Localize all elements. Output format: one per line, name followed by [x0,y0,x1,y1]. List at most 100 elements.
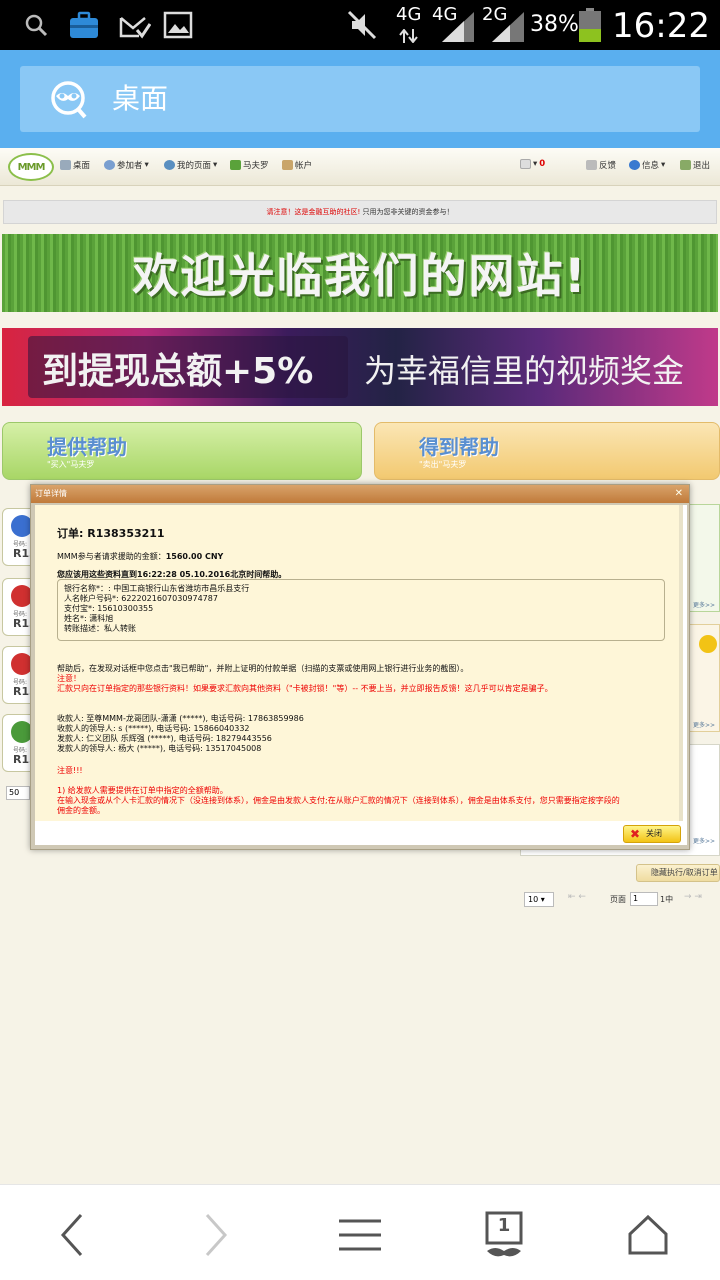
signal-icon-2 [490,10,526,42]
attention-label-2: 注意!!! [57,766,83,775]
account-icon [282,160,293,170]
dialog-scroll-area[interactable]: 订单: R138353211 MMM参与者请求援助的金额：1560.00 CNY… [35,505,683,821]
toolbox-icon [66,8,102,42]
nav-info[interactable]: 信息 ▾ [629,159,665,171]
nav-mavro-label: 马夫罗 [243,161,269,171]
nav-feedback-label: 反馈 [599,161,617,171]
more-link-2[interactable]: 更多>> [693,720,715,729]
mute-icon [344,8,380,42]
network-type-1: 4G [396,4,422,25]
nav-desktop[interactable]: 桌面 [60,159,90,171]
promo-percent: +5% [222,351,314,392]
pager-size-value: 10 [528,895,539,904]
tabs-button[interactable]: 1 [474,1207,534,1263]
amount-line: MMM参与者请求援助的金额：1560.00 CNY [57,551,223,562]
provide-help-sub: "买入"马夫罗 [47,460,95,469]
nav-mavro[interactable]: 马夫罗 [230,159,269,171]
dialog-scrollbar[interactable] [679,505,683,821]
status-bar: 4G 4G 2G 38% 16:22 [0,0,720,50]
promo-left-text: 到提现总额+5% [42,342,313,394]
pager-page-input[interactable]: 1 [630,892,658,906]
alipay-account: 支付宝*: 15610300355 [64,604,154,613]
warning-text: 汇款只向在订单指定的那些银行资料！如果要求汇款向其他资料（"卡被封锁！"等）--… [57,684,553,693]
browser-bottom-bar: 1 [0,1184,720,1280]
pager-size-select[interactable]: 10 ▾ [524,892,554,907]
pager-page-label: 页面 [610,895,626,904]
order-number: 订单: R138353211 [57,527,165,540]
mail-check-icon [114,8,154,42]
provide-help-label: 提供帮助 [47,435,127,459]
nav-logout[interactable]: 退出 [680,159,710,171]
messages-count: 0 [539,159,546,169]
feedback-icon [586,160,597,170]
back-button[interactable] [42,1207,102,1263]
tabs-count: 1 [497,1215,511,1236]
info-icon [629,160,640,170]
promo-banner[interactable]: 到提现总额+5% 为幸福信里的视频奖金 [2,328,718,406]
order-details-dialog: 订单详情 ✕ 订单: R138353211 MMM参与者请求援助的金额：1560… [30,484,690,850]
amount-value: 1560.00 CNY [165,552,224,561]
provide-help-button[interactable]: 提供帮助 "买入"马夫罗 [2,422,362,480]
nav-messages[interactable]: ▾ 0 [520,159,545,169]
promo-left-label: 到提现总额 [42,351,223,392]
site-navbar: MMM 桌面 参加者 ▾ 我的页面 ▾ 马夫罗 帐户 ▾ 0 反馈 信息 ▾ 退出 [0,148,720,186]
dialog-footer: ✖ 关闭 [35,821,687,845]
hide-exec-button[interactable]: 隐藏执行/取消订单 [636,864,720,882]
nav-feedback[interactable]: 反馈 [586,159,616,171]
battery-percent: 38% [530,12,579,37]
nav-info-label: 信息 [642,161,660,171]
nav-account[interactable]: 帐户 [282,159,312,171]
menu-button[interactable] [330,1207,390,1263]
address-bar[interactable]: 桌面 [20,66,700,132]
transfer-description: 转账描述：私人转账 [64,624,136,633]
close-button[interactable]: ✖ 关闭 [623,825,681,843]
battery-icon [576,8,604,42]
mavro-icon [230,160,241,170]
order-card-2[interactable]: 号码: R13 [2,578,37,636]
page-title: 桌面 [112,82,169,115]
note-2: 在输入现金或从个人卡汇款的情况下（没连接到体系），佣金是由发款人支付;在从账户汇… [57,796,620,805]
incognito-mask-icon [48,80,96,124]
home-button[interactable] [618,1207,678,1263]
bank-name: 银行名称*：: 中国工商银行山东省潍坊市昌乐县支行 [64,584,250,593]
order-card-1[interactable]: 号码: R13 [2,508,37,566]
desktop-icon [60,160,71,170]
pager-next-icons[interactable]: → ⇥ [684,892,702,902]
search-icon [20,8,52,42]
get-help-button[interactable]: 得到帮助 "卖出"马夫罗 [374,422,720,480]
amount-label: MMM参与者请求援助的金额： [57,552,166,561]
pager-page-of: 1中 [660,895,674,904]
more-link-3[interactable]: 更多>> [693,836,715,845]
order-card-3[interactable]: 号码: R13 [2,646,37,704]
image-icon [160,8,196,42]
welcome-text: 欢迎光临我们的网站! [132,249,588,303]
order-card-4[interactable]: 号码: R13 [2,714,37,772]
logout-icon [680,160,691,170]
bank-details-box: 银行名称*：: 中国工商银行山东省潍坊市昌乐县支行 人名帐户号码*: 62220… [57,579,665,641]
nav-account-label: 帐户 [295,161,313,171]
nav-participants-label: 参加者 [117,161,143,171]
site-logo[interactable]: MMM [8,153,54,181]
data-arrows-icon [398,28,420,44]
more-link-1[interactable]: 更多>> [693,600,715,609]
forward-arrow-icon [205,1213,228,1257]
get-help-label: 得到帮助 [419,435,499,459]
page-size-select[interactable]: 50 [6,786,30,800]
menu-icon [339,1219,381,1251]
notice-bar: 请注意！这是金融互助的社区! 只用为您非关键的资金参与！ [3,200,717,224]
nav-my-page[interactable]: 我的页面 ▾ [164,159,217,171]
close-button-label: 关闭 [646,829,662,838]
chevron-down-icon: ▾ [661,160,666,170]
pager-prev-icons[interactable]: ⇤ ← [568,892,586,902]
nav-participants[interactable]: 参加者 ▾ [104,159,149,171]
arrow-right-icon[interactable] [699,635,717,653]
nav-my-page-label: 我的页面 [177,161,212,171]
user-icon [164,160,175,170]
back-arrow-icon [60,1213,83,1257]
home-icon [628,1214,668,1255]
bank-account: 人名帐户号码*: 6222021607030974787 [64,594,218,603]
sender-leader-contact: 发款人的领导人: 杨大 (*****), 电话号码: 13517045008 [57,744,262,753]
dialog-title: 订单详情 [35,489,67,498]
forward-button[interactable] [186,1207,246,1263]
close-icon[interactable]: ✕ [675,487,683,501]
